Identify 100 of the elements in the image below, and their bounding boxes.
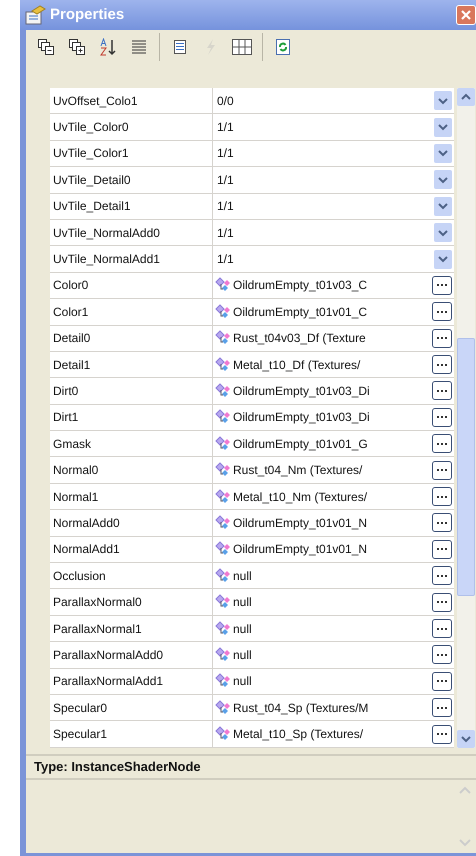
node-link-icon [215, 594, 233, 610]
node-link-icon [215, 304, 233, 320]
collapse-all-icon [37, 38, 55, 56]
property-name: Specular1 [50, 721, 213, 747]
node-link-icon [215, 541, 233, 558]
dropdown-button[interactable] [434, 144, 452, 163]
property-name: NormalAdd1 [50, 536, 213, 562]
property-value: OildrumEmpty_t01v01_C [233, 304, 368, 321]
node-link-icon [215, 568, 233, 584]
property-value: OildrumEmpty_t01v01_N [233, 541, 368, 558]
property-name: Detail0 [50, 326, 213, 351]
refresh-icon [274, 38, 292, 56]
properties-window-icon [24, 5, 46, 25]
browse-button[interactable] [432, 460, 452, 480]
property-name: Dirt1 [50, 404, 213, 430]
description-title: Type: InstanceShaderNode [26, 756, 476, 780]
chevron-down-icon [438, 202, 448, 210]
property-name: Dirt0 [50, 378, 213, 404]
browse-button[interactable] [432, 619, 452, 638]
property-value: Rust_t04_Nm (Textures/ [233, 462, 362, 480]
property-value: Rust_t04v03_Df (Texture [233, 330, 366, 348]
property-value: null [233, 646, 252, 664]
browse-button[interactable] [432, 328, 452, 348]
browse-button[interactable] [432, 698, 452, 718]
browse-button[interactable] [432, 540, 452, 559]
browse-button[interactable] [432, 276, 452, 295]
chevron-down-icon [438, 255, 448, 264]
browse-button[interactable] [432, 645, 452, 664]
property-page-icon [171, 38, 189, 56]
node-link-icon [215, 462, 233, 478]
node-link-icon [215, 488, 233, 505]
property-name: Detail1 [50, 352, 213, 378]
property-name: UvTile_Color1 [50, 140, 213, 166]
browse-button[interactable] [432, 566, 452, 586]
browse-button[interactable] [432, 672, 452, 691]
property-name: Occlusion [50, 563, 213, 588]
dropdown-button[interactable] [434, 118, 452, 137]
browse-button[interactable] [432, 381, 452, 400]
dropdown-button[interactable] [434, 170, 452, 190]
property-value: OildrumEmpty_t01v01_G [233, 436, 368, 453]
property-value: null [233, 620, 252, 638]
chevron-down-icon [438, 96, 448, 105]
property-value: 0/0 [216, 92, 234, 110]
property-value: Metal_t10_Df (Textures/ [233, 356, 360, 374]
chevron-down-icon [461, 735, 471, 743]
node-link-icon [215, 382, 233, 399]
property-name: ParallaxNormal1 [50, 616, 213, 642]
scrollbar[interactable] [457, 88, 475, 748]
property-name: Normal0 [50, 457, 213, 483]
node-link-icon [215, 436, 233, 452]
node-link-icon [215, 409, 233, 426]
list-icon [130, 38, 148, 56]
property-value: null [233, 673, 252, 690]
browse-button[interactable] [432, 592, 452, 612]
dropdown-button[interactable] [434, 91, 452, 110]
browse-button[interactable] [432, 302, 452, 322]
property-name: UvTile_Detail1 [50, 194, 213, 219]
browse-button[interactable] [432, 724, 452, 744]
chevron-up-icon [461, 93, 471, 101]
property-name: NormalAdd0 [50, 510, 213, 536]
chevron-down-icon [438, 123, 448, 132]
dropdown-button[interactable] [434, 223, 452, 242]
property-value: 1/1 [216, 251, 234, 268]
browse-button[interactable] [432, 408, 452, 427]
close-icon [461, 10, 471, 20]
dropdown-button[interactable] [434, 196, 452, 216]
property-name: Specular0 [50, 694, 213, 720]
property-name: ParallaxNormalAdd1 [50, 668, 213, 694]
property-value: OildrumEmpty_t01v03_C [233, 277, 368, 294]
property-name: Gmask [50, 431, 213, 456]
grid-icon [231, 38, 253, 56]
property-value: 1/1 [216, 145, 234, 162]
chevron-down-icon [438, 228, 448, 237]
property-name: UvTile_Color0 [50, 114, 213, 140]
sort-ascending-icon [99, 38, 117, 56]
property-name: ParallaxNormalAdd0 [50, 642, 213, 668]
node-link-icon [215, 726, 233, 742]
browse-button[interactable] [432, 434, 452, 454]
browse-button[interactable] [432, 513, 452, 532]
chevron-down-icon [438, 149, 448, 158]
expand-all-icon [68, 38, 86, 56]
property-value: Rust_t04_Sp (Textures/M [233, 700, 368, 717]
property-value: Metal_t10_Nm (Textures/ [233, 488, 368, 506]
property-value: null [233, 594, 252, 612]
browse-button[interactable] [432, 355, 452, 374]
browse-button[interactable] [432, 487, 452, 506]
node-link-icon [215, 356, 233, 373]
property-value: 1/1 [216, 224, 234, 242]
property-name: UvOffset_Colo1 [50, 88, 213, 114]
property-name: UvTile_NormalAdd0 [50, 220, 213, 246]
close-button[interactable] [456, 5, 476, 25]
dropdown-button[interactable] [434, 250, 452, 269]
property-name: Color1 [50, 299, 213, 325]
scrollbar-thumb[interactable] [457, 338, 475, 596]
node-link-icon [215, 277, 233, 294]
property-name: ParallaxNormal0 [50, 589, 213, 615]
property-value: OildrumEmpty_t01v03_Di [233, 409, 370, 426]
property-value: OildrumEmpty_t01v03_Di [233, 382, 370, 400]
property-name: Color0 [50, 272, 213, 298]
node-link-icon [215, 330, 233, 346]
